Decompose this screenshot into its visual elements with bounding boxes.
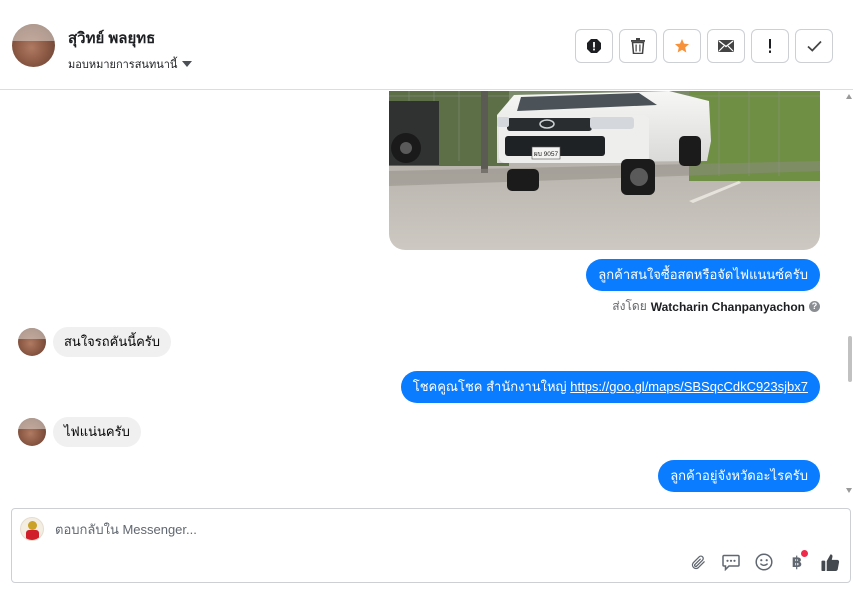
trash-icon [631,38,645,54]
reply-composer: ฿ [11,508,851,583]
composer-actions: ฿ [688,550,840,572]
contact-avatar-small[interactable] [18,418,46,446]
pickup-truck-photo: ผบ 9057 [389,91,820,250]
help-icon[interactable]: ? [809,301,820,312]
smiley-icon [755,553,773,571]
contact-avatar[interactable] [12,24,55,67]
contact-name[interactable]: สุวิทย์ พลยุทธ [68,26,155,50]
thumbs-up-icon [820,553,839,571]
envelope-icon [718,40,734,52]
sender-name: Watcharin Chanpanyachon [650,299,805,314]
mark-spam-button[interactable] [575,29,613,63]
scroll-up-arrow-icon[interactable] [846,94,852,99]
message-thread[interactable]: ผบ 9057 ลูกค้าสนใจซื้อสดหรือจัดไฟแนนซ์คร… [0,91,853,501]
thread-scrollbar[interactable] [845,91,853,501]
baht-icon: ฿ [791,554,803,571]
conversation-header: สุวิทย์ พลยุทธ มอบหมายการสนทนานี้ [0,0,853,90]
map-link[interactable]: https://goo.gl/maps/SBSqcCdkC923sjbx7 [570,379,808,394]
emoji-button[interactable] [754,552,774,572]
assign-conversation-dropdown[interactable]: มอบหมายการสนทนานี้ [68,55,193,73]
paperclip-icon [691,555,705,569]
check-icon [806,40,822,52]
outgoing-message[interactable]: ลูกค้าอยู่จังหวัดอะไรครับ [658,460,820,492]
page-avatar [20,517,44,541]
star-button[interactable] [663,29,701,63]
license-plate: ผบ 9057 [534,151,559,158]
conversation-toolbar [575,29,833,63]
outgoing-message-link[interactable]: โชคคูณโชค สำนักงานใหญ่ https://goo.gl/ma… [400,371,820,403]
mark-unread-button[interactable] [707,29,745,63]
incoming-message[interactable]: ไฟแน่นครับ [53,417,141,447]
payment-button[interactable]: ฿ [787,550,808,572]
incoming-message[interactable]: สนใจรถคันนี้ครับ [53,327,172,357]
scroll-down-arrow-icon[interactable] [846,488,852,493]
exclamation-icon [769,39,771,53]
delete-button[interactable] [619,29,657,63]
notification-dot [801,550,808,557]
contact-avatar-small[interactable] [18,328,46,356]
assign-label: มอบหมายการสนทนานี้ [68,59,178,71]
like-button[interactable] [820,552,840,572]
reply-input[interactable] [55,522,655,537]
follow-up-button[interactable] [751,29,789,63]
shared-photo[interactable]: ผบ 9057 [389,91,820,250]
saved-replies-button[interactable] [721,552,741,572]
sent-by-info: ส่งโดย Watcharin Chanpanyachon ? [612,297,820,316]
sent-by-label: ส่งโดย [612,299,647,313]
mark-done-button[interactable] [795,29,833,63]
message-text: โชคคูณโชค สำนักงานใหญ่ [412,379,571,394]
outgoing-message[interactable]: ลูกค้าสนใจซื้อสดหรือจัดไฟแนนซ์ครับ [586,259,820,291]
star-icon [675,39,689,53]
attach-button[interactable] [688,552,708,572]
chat-bubble-icon [722,554,740,571]
scrollbar-thumb[interactable] [848,336,852,382]
caret-down-icon [182,61,193,67]
alert-circle-icon [587,39,601,53]
